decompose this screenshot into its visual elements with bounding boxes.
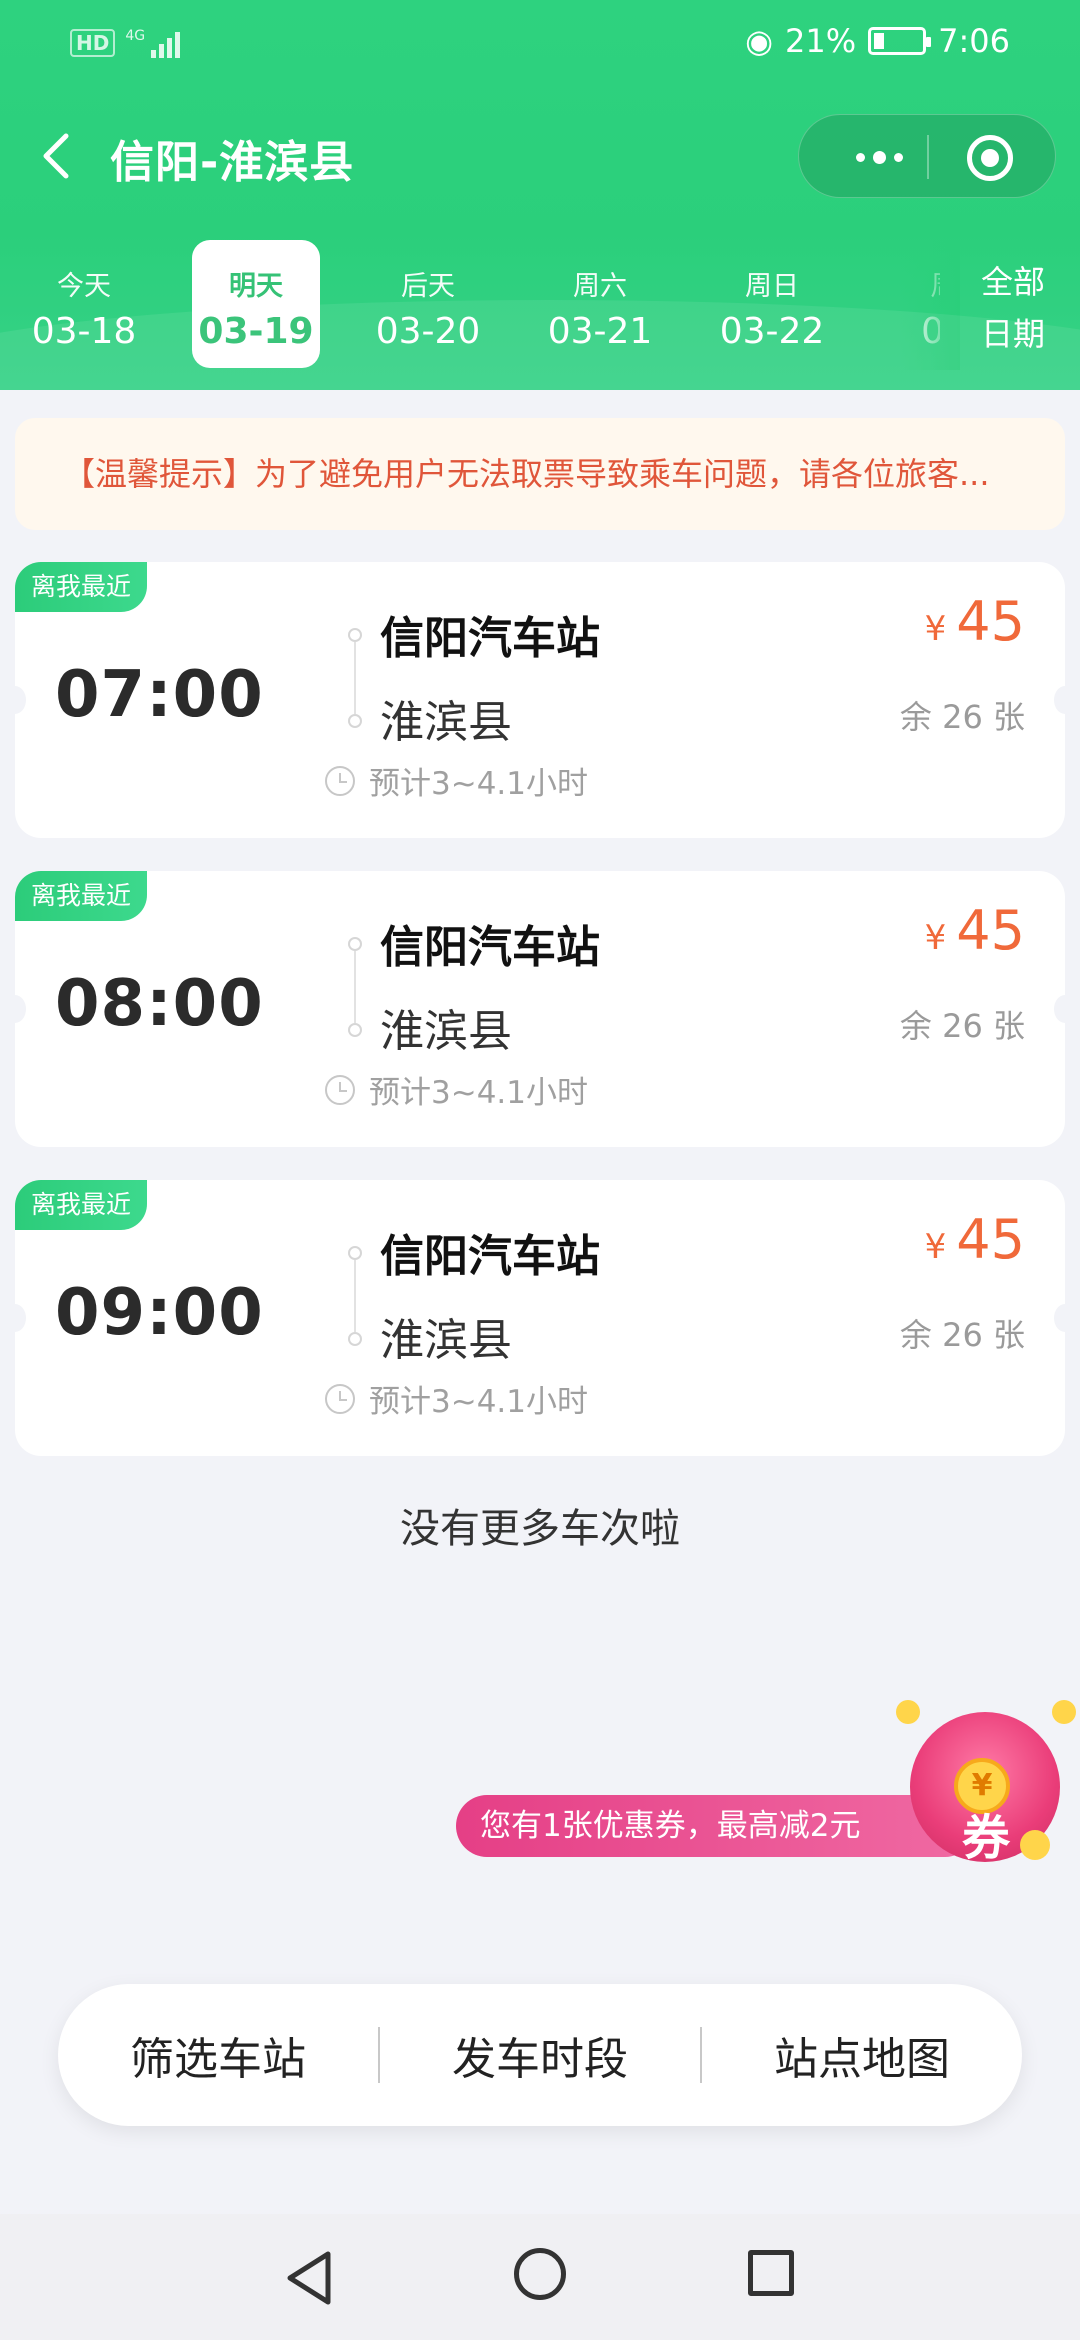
- nav-recents-icon[interactable]: [748, 2250, 794, 2296]
- duration: 预计3~4.1小时: [325, 758, 588, 803]
- date-list-fade: [900, 240, 960, 370]
- duration-text: 预计3~4.1小时: [369, 1075, 588, 1111]
- clock-time: 7:06: [938, 22, 1010, 60]
- date-day: 03-20: [375, 311, 481, 352]
- date-weekday: 明天: [229, 271, 283, 302]
- coupon-banner[interactable]: 您有1张优惠券，最高减2元: [456, 1795, 976, 1857]
- capsule-divider: [927, 135, 929, 179]
- destination-station: 淮滨县: [380, 1315, 512, 1366]
- date-weekday: 周六: [573, 271, 627, 302]
- miniprogram-capsule: [798, 114, 1056, 198]
- battery-fill: [874, 33, 885, 49]
- ticket-price: ¥45: [925, 590, 1025, 653]
- duration: 预计3~4.1小时: [325, 1067, 588, 1112]
- nearest-tag: 离我最近: [15, 562, 147, 612]
- page-title: 信阳-淮滨县: [110, 137, 355, 188]
- nearest-tag: 离我最近: [15, 1180, 147, 1230]
- origin-station: 信阳汽车站: [380, 613, 600, 664]
- price-value: 45: [956, 590, 1025, 653]
- date-tab[interactable]: 周六 03-21: [536, 240, 664, 368]
- price-value: 45: [956, 1208, 1025, 1271]
- notice-banner[interactable]: 【温馨提示】为了避免用户无法取票导致乘车问题，请各位旅客...: [15, 418, 1065, 530]
- title-bar: 信阳-淮滨县: [0, 100, 1080, 210]
- route-line-icon: [335, 1246, 375, 1346]
- date-tab[interactable]: 后天 03-20: [364, 240, 492, 368]
- all-dates-line1: 全部: [980, 263, 1045, 301]
- date-tab[interactable]: 周日 03-22: [708, 240, 836, 368]
- sparkle-icon: [1020, 1830, 1050, 1860]
- filter-station-button[interactable]: 筛选车站: [58, 2023, 378, 2087]
- close-miniprogram-icon[interactable]: [967, 135, 1013, 181]
- back-arrow-icon[interactable]: [34, 128, 84, 184]
- all-dates-button[interactable]: 全部 日期: [968, 256, 1058, 360]
- duration-text: 预计3~4.1小时: [369, 766, 588, 802]
- nav-back-icon[interactable]: [284, 2250, 334, 2306]
- origin-station: 信阳汽车站: [380, 922, 600, 973]
- date-day: 03-18: [31, 311, 137, 352]
- filter-bar: 筛选车站 发车时段 站点地图: [58, 1984, 1022, 2126]
- system-nav-bar: [0, 2214, 1080, 2340]
- duration-text: 预计3~4.1小时: [369, 1384, 588, 1420]
- no-more-trips-text: 没有更多车次啦: [400, 1506, 680, 1552]
- trip-card[interactable]: 离我最近 07:00 信阳汽车站淮滨县预计3~4.1小时 ¥45 余 26 张: [4, 562, 1076, 838]
- all-dates-line2: 日期: [980, 315, 1045, 353]
- departure-period-button[interactable]: 发车时段: [380, 2023, 700, 2087]
- ticket-price: ¥45: [925, 1208, 1025, 1271]
- nearest-tag: 离我最近: [15, 871, 147, 921]
- clock-icon: [325, 1074, 355, 1105]
- seats-remaining: 余 26 张: [899, 698, 1025, 736]
- battery-icon: [868, 27, 932, 55]
- clock-icon: [325, 765, 355, 796]
- station-map-button[interactable]: 站点地图: [702, 2023, 1022, 2087]
- sparkle-icon: [896, 1700, 920, 1724]
- sparkle-icon: [1052, 1700, 1076, 1724]
- date-tab[interactable]: 今天 03-18: [20, 240, 148, 368]
- clock-icon: [325, 1383, 355, 1414]
- status-left: HD 4G: [70, 28, 181, 58]
- date-list: 今天03-18明天03-19后天03-20周六03-21周日03-22周03: [0, 240, 940, 370]
- price-value: 45: [956, 899, 1025, 962]
- nav-home-icon[interactable]: [514, 2248, 566, 2300]
- date-weekday: 今天: [57, 271, 111, 302]
- date-day: 03-21: [547, 311, 653, 352]
- date-day: 03: [921, 311, 940, 352]
- currency-symbol: ¥: [924, 918, 947, 958]
- seats-remaining: 余 26 张: [899, 1316, 1025, 1354]
- destination-station: 淮滨县: [380, 1006, 512, 1057]
- coupon-badge-label: 券: [962, 1810, 1011, 1866]
- origin-station: 信阳汽车站: [380, 1231, 600, 1282]
- trip-card[interactable]: 离我最近 09:00 信阳汽车站淮滨县预计3~4.1小时 ¥45 余 26 张: [4, 1180, 1076, 1456]
- route-line-icon: [335, 628, 375, 728]
- destination-station: 淮滨县: [380, 697, 512, 748]
- date-tab[interactable]: 明天 03-19: [192, 240, 320, 368]
- date-selector: 今天03-18明天03-19后天03-20周六03-21周日03-22周03 全…: [0, 240, 1080, 370]
- signal-icon: [151, 28, 181, 58]
- battery-percent: 21%: [785, 22, 857, 60]
- hd-indicator: HD: [70, 29, 116, 57]
- date-weekday: 周日: [745, 271, 799, 302]
- departure-time: 07:00: [55, 658, 264, 732]
- more-menu-icon[interactable]: [837, 115, 921, 199]
- ticket-price: ¥45: [925, 899, 1025, 962]
- status-right: ◉ 21% 7:06: [745, 22, 1010, 60]
- seats-remaining: 余 26 张: [899, 1007, 1025, 1045]
- departure-time: 09:00: [55, 1276, 264, 1350]
- duration: 预计3~4.1小时: [325, 1376, 588, 1421]
- trip-card[interactable]: 离我最近 08:00 信阳汽车站淮滨县预计3~4.1小时 ¥45 余 26 张: [4, 871, 1076, 1147]
- network-type: 4G: [125, 28, 146, 44]
- currency-symbol: ¥: [924, 1227, 947, 1267]
- date-day: 03-19: [198, 311, 314, 352]
- departure-time: 08:00: [55, 967, 264, 1041]
- route-line-icon: [335, 937, 375, 1037]
- eye-comfort-icon: ◉: [745, 22, 774, 60]
- currency-symbol: ¥: [924, 609, 947, 649]
- status-bar: HD 4G ◉ 21% 7:06: [0, 0, 1080, 90]
- header: HD 4G ◉ 21% 7:06 信阳-淮滨县 今天 03-18 明天 03-19 后天…: [0, 0, 1080, 390]
- date-day: 03-22: [719, 311, 825, 352]
- date-weekday: 后天: [401, 271, 455, 302]
